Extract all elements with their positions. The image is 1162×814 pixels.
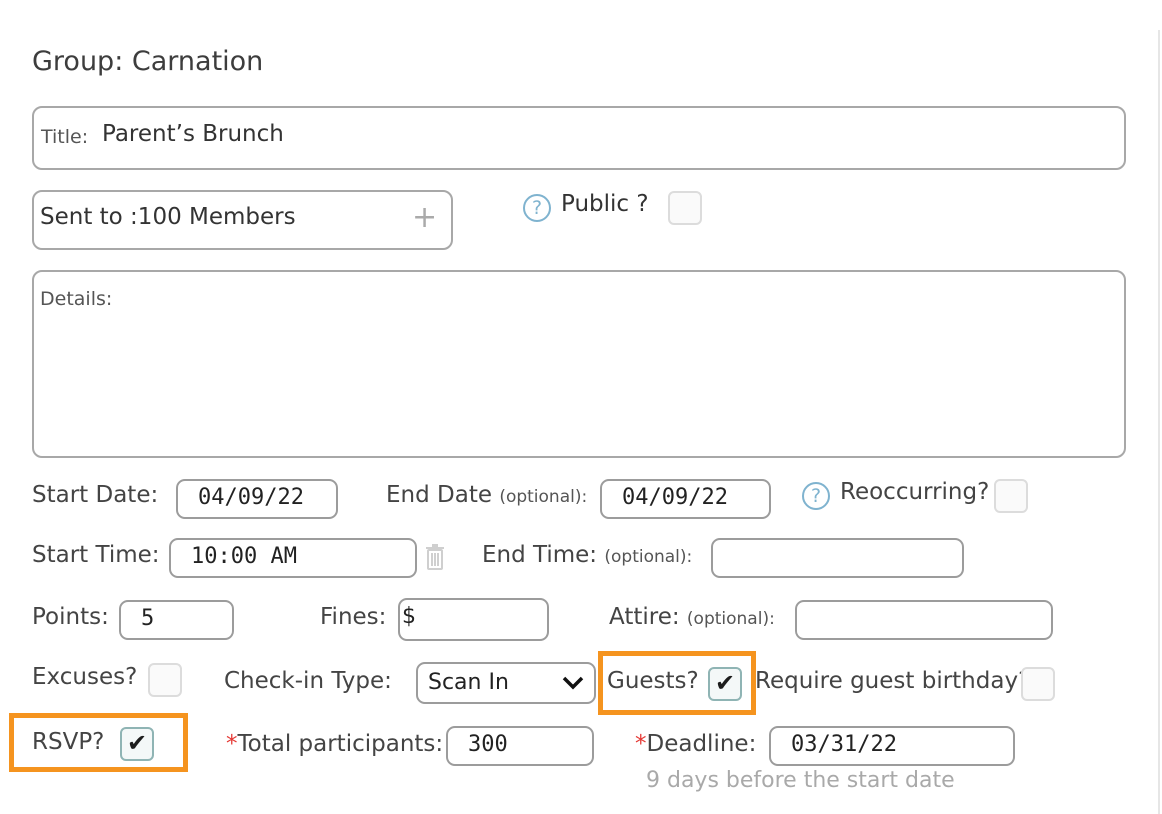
rsvp-checkbox[interactable] [120,727,154,761]
details-field[interactable]: Details: [32,270,1126,458]
sent-to-label: Sent to :100 Members [40,204,296,230]
question-circle-icon[interactable]: ? [802,482,830,510]
attire-optional: (optional): [686,609,775,629]
rsvp-label: RSVP? [32,729,105,755]
excuses-label: Excuses? [32,664,138,690]
checkin-type-value: Scan In [428,670,509,695]
end-date-optional: (optional): [499,487,588,507]
deadline-input[interactable]: 03/31/22 [769,726,1015,766]
reoccurring-checkbox[interactable] [994,479,1028,513]
checkin-type-label: Check-in Type: [224,668,392,694]
end-date-input[interactable]: 04/09/22 [600,479,771,519]
trash-icon[interactable] [423,544,447,570]
total-participants-input[interactable]: 300 [446,726,594,766]
group-name: Carnation [131,46,264,77]
title-field[interactable]: Title: Parent’s Brunch [32,106,1126,170]
reoccurring-label: Reoccurring? [840,479,990,505]
end-time-input[interactable] [711,538,964,578]
end-time-optional: (optional): [604,547,693,567]
guests-checkbox[interactable] [708,667,742,701]
deadline-label: *Deadline: [635,731,757,757]
deadline-hint: 9 days before the start date [646,768,955,793]
require-guest-birthday-label: Require guest birthday? [755,668,1031,694]
end-time-label: End Time: (optional): [482,542,693,568]
group-label: Group: [32,46,124,77]
start-date-input[interactable]: 04/09/22 [176,479,338,519]
guests-label: Guests? [607,668,699,694]
total-participants-label: *Total participants: [226,731,444,757]
start-time-input[interactable]: 10:00 AM [169,538,417,578]
fines-input[interactable]: $ [398,598,549,641]
chevron-down-icon[interactable] [562,676,584,690]
fines-label: Fines: [320,604,387,630]
question-circle-icon[interactable]: ? [523,194,551,222]
start-date-label: Start Date: [32,482,159,508]
attire-label: Attire: (optional): [609,604,775,630]
required-mark: * [226,731,238,757]
points-label: Points: [32,604,109,630]
public-label: Public ? [561,191,649,217]
end-date-label: End Date (optional): [386,482,588,508]
scrollbar-track[interactable] [1158,30,1160,814]
group-header: Group: Carnation [32,46,263,77]
title-label: Title: [41,126,89,148]
required-mark: * [635,731,647,757]
plus-icon[interactable]: + [412,200,437,235]
start-time-label: Start Time: [32,542,160,568]
details-label: Details: [40,288,113,310]
excuses-checkbox[interactable] [148,663,182,697]
sent-to-field[interactable]: Sent to :100 Members + [32,190,453,250]
public-checkbox[interactable] [668,191,702,225]
title-value: Parent’s Brunch [102,121,284,147]
points-input[interactable]: 5 [119,600,234,640]
require-guest-birthday-checkbox[interactable] [1021,667,1055,701]
attire-input[interactable] [795,600,1053,640]
checkin-type-select[interactable]: Scan In [416,662,596,704]
